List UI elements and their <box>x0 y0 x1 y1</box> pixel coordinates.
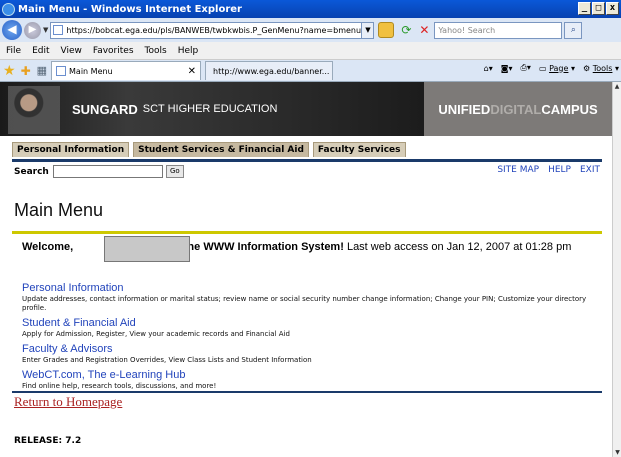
close-button[interactable]: x <box>606 2 619 15</box>
window-titlebar: Main Menu - Windows Internet Explorer _ … <box>0 0 621 18</box>
welcome-prefix: Welcome, <box>22 241 74 253</box>
return-to-homepage-link[interactable]: Return to Homepage <box>14 394 122 410</box>
divider <box>12 159 602 162</box>
redacted-name <box>104 236 190 262</box>
udc-logo-part: UNIFIED <box>438 101 491 117</box>
go-button[interactable]: Go <box>165 165 184 178</box>
scroll-up-icon[interactable]: ▲ <box>613 82 621 91</box>
webct-link[interactable]: WebCT.com, The e-Learning Hub <box>22 369 602 382</box>
address-toolbar: ◀ ▶ ▼ https://bobcat.ega.edu/pls/BANWEB/… <box>0 18 621 42</box>
tab-label: http://www.ega.edu/banner... <box>213 66 330 76</box>
address-dropdown-button[interactable]: ▼ <box>362 21 375 39</box>
history-dropdown-icon[interactable]: ▼ <box>43 26 48 34</box>
menu-tools[interactable]: Tools <box>145 46 167 56</box>
ie-icon <box>2 2 15 16</box>
menu-help[interactable]: Help <box>178 46 199 56</box>
page-title: Main Menu <box>14 200 104 220</box>
search-input[interactable]: Yahoo! Search <box>434 21 563 39</box>
print-icon[interactable]: ⎙▾ <box>521 63 531 73</box>
stop-icon[interactable]: ✕ <box>416 22 432 38</box>
search-label: Search <box>14 166 49 177</box>
window-title: Main Menu - Windows Internet Explorer <box>18 3 242 15</box>
tab-faculty-services[interactable]: Faculty Services <box>312 142 406 157</box>
header-banner: SUNGARD SCT HIGHER EDUCATION UNIFIED DIGI… <box>0 82 612 136</box>
personal-information-link[interactable]: Personal Information <box>22 282 602 295</box>
command-bar: ⌂▾ ◙▾ ⎙▾ ▭ Page ▾ ⚙ Tools ▾ <box>484 63 619 73</box>
address-url: https://bobcat.ega.edu/pls/BANWEB/twbkwb… <box>66 25 362 35</box>
welcome-middle: , to the WWW Information System! <box>164 241 344 253</box>
site-search: Search Go <box>14 165 184 178</box>
faculty-advisors-link[interactable]: Faculty & Advisors <box>22 343 602 356</box>
add-favorite-icon[interactable]: ✚ <box>21 64 31 78</box>
page-icon <box>56 66 67 76</box>
tools-menu-label: Tools <box>592 63 613 73</box>
tab-label: Main Menu <box>69 66 113 76</box>
help-link[interactable]: HELP <box>548 165 571 175</box>
lock-icon[interactable] <box>378 22 395 38</box>
brand-subtitle: SCT HIGHER EDUCATION <box>142 103 278 115</box>
menu-item-description: Update addresses, contact information or… <box>22 295 587 312</box>
main-menu-list: Personal Information Update addresses, c… <box>22 282 602 395</box>
menu-bar: File Edit View Favorites Tools Help <box>0 42 621 60</box>
release-label: RELEASE: 7.2 <box>14 436 82 446</box>
favorites-star-icon[interactable]: ★ <box>3 63 16 79</box>
quick-tabs-icon[interactable]: ▦ <box>37 64 47 77</box>
search-icon[interactable]: ⌕ <box>564 21 583 39</box>
minimize-button[interactable]: _ <box>578 2 591 15</box>
tab-student-services[interactable]: Student Services & Financial Aid <box>133 142 309 157</box>
vertical-scrollbar[interactable]: ▲ ▼ <box>612 82 621 457</box>
banner-photo <box>8 86 60 134</box>
site-map-link[interactable]: SITE MAP <box>497 165 539 175</box>
window-controls: _ □ x <box>578 2 619 15</box>
udc-logo-part: DIGITAL <box>490 101 542 117</box>
menu-edit[interactable]: Edit <box>32 46 49 56</box>
menu-view[interactable]: View <box>61 46 82 56</box>
brand-logo: SUNGARD <box>72 101 138 117</box>
udc-logo-part: CAMPUS <box>541 101 598 117</box>
divider <box>12 231 602 234</box>
menu-favorites[interactable]: Favorites <box>93 46 134 56</box>
scroll-down-icon[interactable]: ▼ <box>613 448 621 457</box>
page-menu-label: Page <box>549 63 569 73</box>
page-menu[interactable]: ▭ Page ▾ <box>539 64 575 73</box>
page-icon <box>53 25 64 35</box>
menu-file[interactable]: File <box>6 46 21 56</box>
maximize-button[interactable]: □ <box>592 2 605 15</box>
tab-main-menu[interactable]: Main Menu ✕ <box>51 61 202 80</box>
top-links: SITE MAP HELP EXIT <box>497 165 600 175</box>
tools-menu[interactable]: ⚙ Tools ▾ <box>583 64 619 73</box>
close-tab-icon[interactable]: ✕ <box>188 66 196 77</box>
menu-item-description: Apply for Admission, Register, View your… <box>22 330 290 338</box>
last-access-text: Last web access on Jan 12, 2007 at 01:28… <box>343 241 572 253</box>
menu-item-description: Find online help, research tools, discus… <box>22 382 217 390</box>
divider <box>12 391 602 393</box>
home-icon[interactable]: ⌂▾ <box>484 64 493 73</box>
tab-personal-information[interactable]: Personal Information <box>12 142 130 157</box>
exit-link[interactable]: EXIT <box>580 165 600 175</box>
welcome-message: Welcome, , to the WWW Information System… <box>22 236 602 262</box>
back-button[interactable]: ◀ <box>2 20 22 40</box>
tab-banner[interactable]: http://www.ega.edu/banner... <box>205 61 334 80</box>
banner-left: SUNGARD SCT HIGHER EDUCATION <box>0 82 424 136</box>
page-tabs: Personal Information Student Services & … <box>12 142 406 157</box>
menu-item-description: Enter Grades and Registration Overrides,… <box>22 356 312 364</box>
udc-logo: UNIFIED DIGITAL CAMPUS <box>424 82 612 136</box>
site-search-input[interactable] <box>52 165 163 178</box>
refresh-icon[interactable]: ⟳ <box>398 22 414 38</box>
address-field[interactable]: https://bobcat.ega.edu/pls/BANWEB/twbkwb… <box>50 21 363 39</box>
student-financial-aid-link[interactable]: Student & Financial Aid <box>22 317 602 330</box>
page-viewport: SUNGARD SCT HIGHER EDUCATION UNIFIED DIGI… <box>0 82 612 457</box>
feeds-icon[interactable]: ◙▾ <box>501 64 513 73</box>
forward-button[interactable]: ▶ <box>24 21 41 39</box>
